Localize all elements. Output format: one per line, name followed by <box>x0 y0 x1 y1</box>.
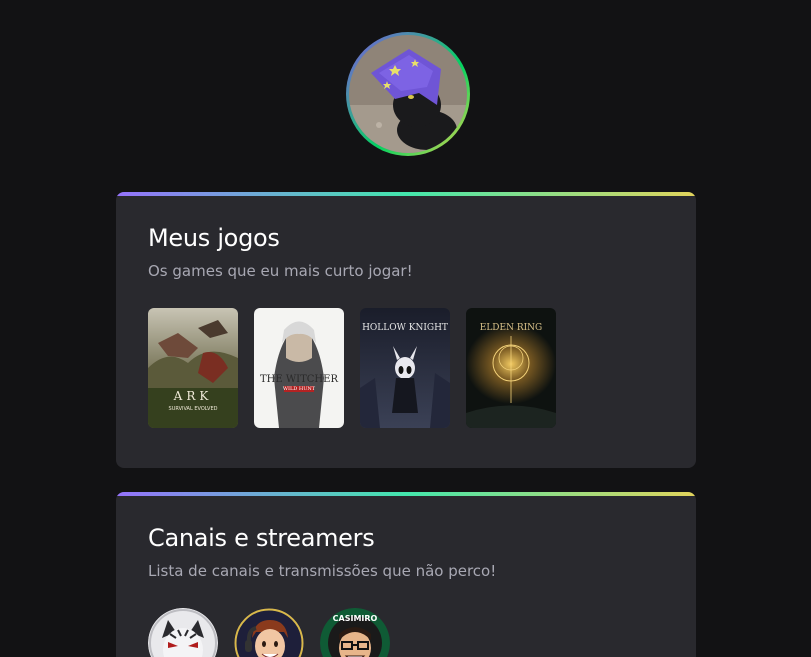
games-subtitle: Os games que eu mais curto jogar! <box>148 262 413 280</box>
ark-logo-text: ARK <box>173 389 213 403</box>
game-cover-hollow-knight[interactable]: HOLLOW KNIGHT <box>360 308 450 428</box>
casimiro-logo-text: CASIMIRO <box>333 614 378 623</box>
profile-avatar <box>349 35 467 153</box>
game-cover-elden-ring[interactable]: ELDEN RING <box>466 308 556 428</box>
hollow-knight-logo-text: HOLLOW KNIGHT <box>362 323 448 333</box>
streamers-subtitle: Lista de canais e transmissões que não p… <box>148 562 497 580</box>
witcher-logo-caption: WILD HUNT <box>283 386 316 392</box>
streamer-avatar-cartoon-guy[interactable] <box>234 608 304 657</box>
streamer-avatar-tiger[interactable] <box>148 608 218 657</box>
profile-avatar-ring <box>346 32 470 156</box>
games-list: ARK SURVIVAL EVOLVED THE WITCHER WILD HU… <box>148 308 556 428</box>
games-card: Meus jogos Os games que eu mais curto jo… <box>116 192 696 468</box>
ark-logo-caption: SURVIVAL EVOLVED <box>169 406 218 412</box>
games-title: Meus jogos <box>148 224 280 252</box>
streamers-card: Canais e streamers Lista de canais e tra… <box>116 492 696 657</box>
streamer-avatar-casimiro[interactable]: CASIMIRO <box>320 608 390 657</box>
elden-ring-logo-text: ELDEN RING <box>480 323 542 333</box>
witcher-logo-text: THE WITCHER <box>260 374 338 385</box>
streamers-title: Canais e streamers <box>148 524 375 552</box>
game-cover-witcher[interactable]: THE WITCHER WILD HUNT <box>254 308 344 428</box>
game-cover-ark[interactable]: ARK SURVIVAL EVOLVED <box>148 308 238 428</box>
streamers-list: CASIMIRO <box>148 608 390 657</box>
page: Meus jogos Os games que eu mais curto jo… <box>0 0 811 657</box>
